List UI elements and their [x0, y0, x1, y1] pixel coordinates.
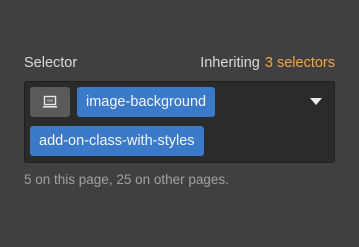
selector-panel: Selector Inheriting 3 selectors image-bac… — [0, 0, 359, 247]
selector-field[interactable]: image-background add-on-class-with-style… — [24, 81, 335, 163]
chevron-down-icon[interactable] — [310, 98, 322, 105]
selector-label: Selector — [24, 55, 78, 71]
inheriting-text: Inheriting — [200, 55, 260, 71]
class-chip-image-background[interactable]: image-background — [77, 87, 216, 117]
selector-header: Selector Inheriting 3 selectors — [24, 53, 335, 73]
class-chip-add-on-class[interactable]: add-on-class-with-styles — [30, 126, 204, 156]
inheriting-selectors-link[interactable]: 3 selectors — [265, 55, 335, 71]
selector-usage-note: 5 on this page, 25 on other pages. — [24, 172, 229, 187]
desktop-icon — [43, 95, 57, 108]
inheriting-info: Inheriting 3 selectors — [200, 55, 335, 71]
desktop-breakpoint-button[interactable] — [30, 87, 70, 117]
